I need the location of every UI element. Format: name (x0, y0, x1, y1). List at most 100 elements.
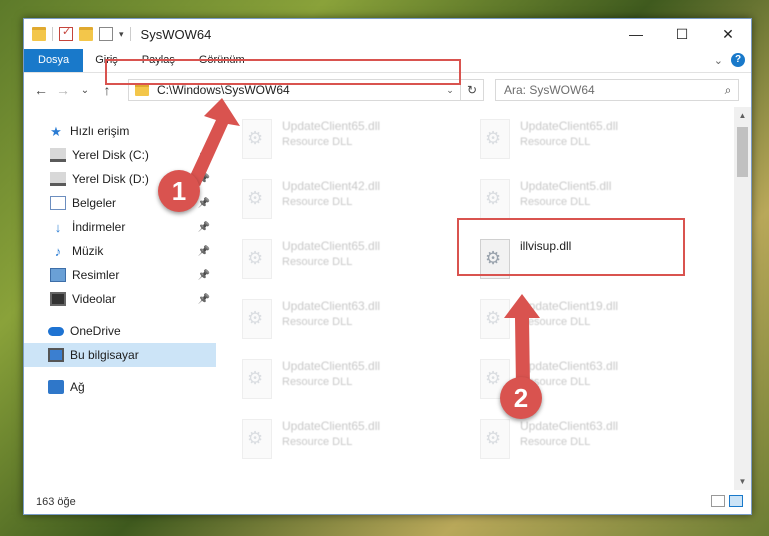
file-tile[interactable]: UpdateClient19.dll Resource DLL (470, 293, 690, 349)
file-name: UpdateClient65.dll (282, 419, 381, 433)
vertical-scrollbar[interactable]: ▲ ▼ (734, 107, 751, 490)
tiles-view-button[interactable] (729, 495, 743, 507)
dll-file-icon (242, 179, 272, 219)
file-tile[interactable]: UpdateClient63.dll Resource DLL (470, 413, 690, 469)
pin-icon[interactable]: 📌 (198, 270, 210, 281)
step-marker-2: 2 (500, 377, 542, 419)
file-tile[interactable]: UpdateClient65.dll Resource DLL (232, 353, 452, 409)
details-view-button[interactable] (711, 495, 725, 507)
sidebar-item-label: OneDrive (70, 324, 121, 338)
folder-icon (135, 84, 149, 96)
customize-dropdown-icon[interactable]: ▾ (119, 29, 124, 40)
navigation-pane: ★ Hızlı erişim Yerel Disk (C:) 📌 Yerel Disk … (24, 119, 216, 399)
pin-icon[interactable]: 📌 (198, 174, 210, 185)
status-bar: 163 öğe (24, 490, 751, 514)
file-name: UpdateClient42.dll (282, 179, 381, 193)
pin-icon[interactable]: 📌 (198, 150, 210, 161)
drive-icon (50, 172, 66, 186)
help-icon[interactable]: ? (731, 53, 745, 67)
checkmark-icon[interactable] (59, 25, 73, 41)
separator (129, 27, 131, 41)
search-input[interactable]: Ara: SysWOW64 (504, 83, 718, 97)
file-description: Resource DLL (282, 256, 353, 268)
sidebar-item-label: Yerel Disk (D:) (72, 172, 149, 186)
computer-icon (48, 348, 64, 362)
dll-file-icon (480, 119, 510, 159)
forward-button[interactable]: → (52, 82, 74, 98)
sidebar-item[interactable]: Ağ (24, 375, 216, 399)
sidebar-item-label: İndirmeler (72, 220, 126, 234)
file-tile[interactable]: UpdateClient65.dll Resource DLL (232, 413, 452, 469)
dll-file-icon (480, 299, 510, 339)
address-bar[interactable]: C:\Windows\SysWOW64 ⌄ ↻ (128, 79, 484, 101)
file-name: UpdateClient65.dll (282, 239, 381, 253)
new-folder-icon[interactable] (79, 27, 93, 41)
close-button[interactable]: ✕ (705, 19, 751, 49)
file-description: Resource DLL (520, 316, 591, 328)
file-name: UpdateClient5.dll (520, 179, 612, 193)
sidebar-item-label: Resimler (72, 268, 120, 282)
sidebar-item[interactable]: Bu bilgisayar (24, 343, 216, 367)
item-count: 163 öğe (36, 496, 76, 508)
scroll-thumb[interactable] (737, 127, 748, 177)
sidebar-item[interactable]: Yerel Disk (C:) 📌 (24, 143, 216, 167)
file-tile[interactable]: UpdateClient65.dll Resource DLL (232, 233, 452, 289)
recent-locations-button[interactable]: ⌄ (74, 85, 96, 96)
file-tile[interactable]: UpdateClient65.dll Resource DLL (232, 113, 452, 169)
file-tile[interactable]: UpdateClient5.dll Resource DLL (470, 173, 690, 229)
file-tile[interactable]: UpdateClient63.dll Resource DLL (232, 293, 452, 349)
sidebar-item-label: Müzik (72, 244, 104, 258)
maximize-button[interactable]: ☐ (659, 19, 705, 49)
sidebar-item[interactable]: ♪ Müzik 📌 (24, 239, 216, 263)
file-tile[interactable]: UpdateClient65.dll Resource DLL (470, 113, 690, 169)
search-box[interactable]: Ara: SysWOW64 ⌕ (495, 79, 739, 101)
tab-file[interactable]: Dosya (24, 49, 84, 72)
drive-icon (50, 148, 66, 162)
file-name: UpdateClient63.dll (282, 299, 381, 313)
expand-ribbon-icon[interactable]: ⌄ (714, 54, 723, 67)
sidebar-item-label: Videolar (72, 292, 116, 306)
file-description: Resource DLL (282, 376, 353, 388)
sidebar-item[interactable]: OneDrive (24, 319, 216, 343)
file-tile[interactable]: UpdateClient42.dll Resource DLL (232, 173, 452, 229)
tab-share[interactable]: Paylaş (130, 49, 187, 72)
dll-file-icon (242, 239, 272, 279)
pin-icon[interactable]: 📌 (198, 294, 210, 305)
minimize-button[interactable]: — (613, 19, 659, 49)
dll-file-icon (480, 239, 510, 279)
file-description: Resource DLL (520, 196, 591, 208)
sidebar-item[interactable]: Resimler 📌 (24, 263, 216, 287)
dll-file-icon (480, 179, 510, 219)
ribbon-tabs: Dosya Giriş Paylaş Görünüm ⌄ ? (24, 49, 751, 73)
dll-file-icon (242, 119, 272, 159)
refresh-button[interactable]: ↻ (460, 80, 483, 100)
explorer-window: ▾ SysWOW64 — ☐ ✕ Dosya Giriş Paylaş Görü… (23, 18, 752, 515)
quick-access-toolbar: ▾ (24, 25, 131, 41)
dll-file-icon (480, 419, 510, 459)
sidebar-item-label: Bu bilgisayar (70, 348, 139, 362)
address-path[interactable]: C:\Windows\SysWOW64 (157, 83, 440, 97)
sidebar-item[interactable]: Videolar 📌 (24, 287, 216, 311)
tab-home[interactable]: Giriş (83, 49, 130, 72)
tab-view[interactable]: Görünüm (187, 49, 257, 72)
file-name: UpdateClient65.dll (282, 119, 381, 133)
pin-icon[interactable]: 📌 (198, 246, 210, 257)
back-button[interactable]: ← (30, 82, 52, 98)
file-list: UpdateClient65.dllResource DLLUpdateClie… (232, 107, 732, 490)
address-dropdown-icon[interactable]: ⌄ (440, 85, 460, 96)
properties-icon[interactable] (99, 27, 113, 41)
sidebar-item-label: Belgeler (72, 196, 117, 210)
star-icon: ★ (50, 124, 62, 139)
file-name: UpdateClient63.dll (520, 359, 619, 373)
sidebar-item[interactable]: ★ Hızlı erişim (24, 119, 216, 143)
sidebar-item[interactable]: ↓ İndirmeler 📌 (24, 215, 216, 239)
view-switcher (711, 495, 743, 507)
file-illvisup-dll[interactable]: illvisup.dll (470, 233, 690, 289)
scroll-up-button[interactable]: ▲ (734, 107, 751, 124)
pin-icon[interactable]: 📌 (198, 198, 210, 209)
sidebar-item-label: Hızlı erişim (70, 124, 130, 138)
scroll-down-button[interactable]: ▼ (734, 473, 751, 490)
search-icon: ⌕ (724, 82, 732, 97)
pin-icon[interactable]: 📌 (198, 222, 210, 233)
up-button[interactable]: ↑ (96, 82, 118, 98)
